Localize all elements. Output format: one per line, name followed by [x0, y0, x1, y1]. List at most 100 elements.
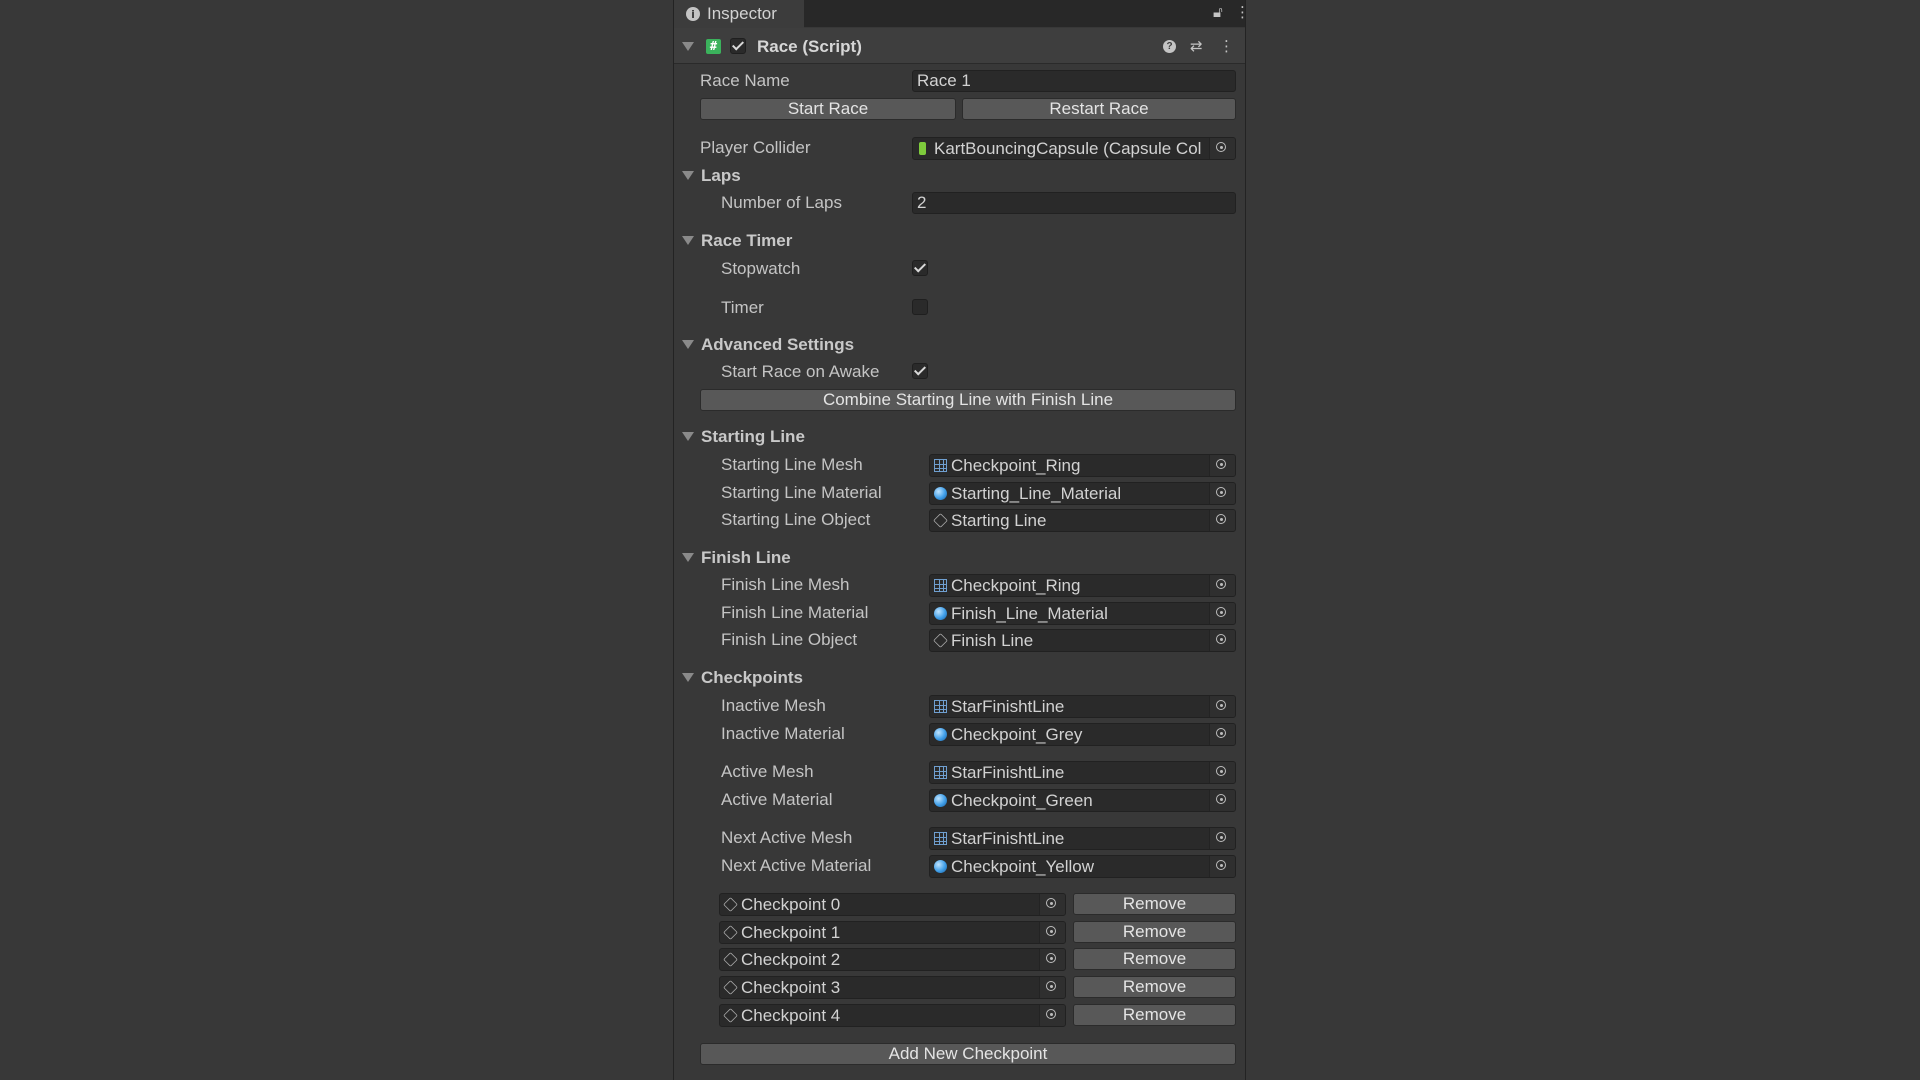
checkpoint-4-field[interactable]: Checkpoint 4	[719, 1004, 1066, 1027]
component-enabled-checkbox[interactable]	[730, 38, 746, 54]
checkpoint-1-value: Checkpoint 1	[741, 923, 841, 942]
inactive-material-field[interactable]: Checkpoint_Grey	[929, 723, 1236, 746]
starting-line-foldout-arrow-icon[interactable]	[682, 432, 694, 441]
object-picker-icon[interactable]	[1039, 977, 1065, 998]
starting-line-material-label: Starting Line Material	[721, 483, 882, 502]
stopwatch-checkbox[interactable]	[912, 260, 928, 276]
capsule-collider-icon	[919, 142, 926, 155]
race-timer-foldout-arrow-icon[interactable]	[682, 236, 694, 245]
object-picker-icon[interactable]	[1209, 696, 1235, 717]
add-new-checkpoint-button[interactable]: Add New Checkpoint	[700, 1043, 1236, 1065]
object-picker-icon[interactable]	[1209, 510, 1235, 531]
object-picker-icon[interactable]	[1209, 138, 1235, 159]
checkpoint-0-field[interactable]: Checkpoint 0	[719, 893, 1066, 916]
kebab-menu-icon[interactable]: ⋮	[1235, 3, 1250, 21]
mesh-icon	[934, 459, 947, 472]
object-picker-icon[interactable]	[1209, 828, 1235, 849]
advanced-foldout-arrow-icon[interactable]	[682, 340, 694, 349]
active-material-value: Checkpoint_Green	[951, 791, 1093, 810]
object-picker-icon[interactable]	[1209, 483, 1235, 504]
starting-line-object-value: Starting Line	[951, 511, 1047, 530]
checkpoint-4-value: Checkpoint 4	[741, 1006, 841, 1025]
player-collider-value: KartBouncingCapsule (Capsule Col	[934, 139, 1202, 158]
active-mesh-field[interactable]: StarFinishtLine	[929, 761, 1236, 784]
object-picker-icon[interactable]	[1209, 630, 1235, 651]
info-icon: i	[686, 7, 700, 21]
starting-line-mesh-value: Checkpoint_Ring	[951, 456, 1081, 475]
next-active-mesh-label: Next Active Mesh	[721, 828, 853, 847]
foldout-arrow-icon[interactable]	[682, 42, 694, 51]
material-icon	[934, 728, 947, 741]
material-icon	[934, 860, 947, 873]
advanced-settings-section-header[interactable]: Advanced Settings	[701, 335, 854, 355]
checkpoints-section-header[interactable]: Checkpoints	[701, 668, 803, 688]
help-icon[interactable]: ?	[1163, 40, 1176, 53]
gameobject-icon	[723, 952, 738, 967]
checkpoint-0-value: Checkpoint 0	[741, 895, 841, 914]
remove-checkpoint-0-button[interactable]: Remove	[1073, 893, 1236, 915]
next-active-mesh-field[interactable]: StarFinishtLine	[929, 827, 1236, 850]
object-picker-icon[interactable]	[1209, 724, 1235, 745]
preset-icon[interactable]: ⇄	[1190, 37, 1203, 55]
next-active-mesh-value: StarFinishtLine	[951, 829, 1065, 848]
restart-race-button[interactable]: Restart Race	[962, 98, 1236, 120]
starting-line-mesh-field[interactable]: Checkpoint_Ring	[929, 454, 1236, 477]
object-picker-icon[interactable]	[1209, 790, 1235, 811]
laps-foldout-arrow-icon[interactable]	[682, 171, 694, 180]
number-of-laps-label: Number of Laps	[721, 193, 842, 212]
object-picker-icon[interactable]	[1209, 856, 1235, 877]
number-of-laps-field[interactable]: 2	[912, 192, 1236, 214]
finish-line-material-field[interactable]: Finish_Line_Material	[929, 602, 1236, 625]
race-timer-section-header[interactable]: Race Timer	[701, 231, 792, 251]
inactive-mesh-field[interactable]: StarFinishtLine	[929, 695, 1236, 718]
tab-inspector[interactable]: i Inspector	[674, 0, 804, 28]
object-picker-icon[interactable]	[1209, 455, 1235, 476]
start-race-button[interactable]: Start Race	[700, 98, 956, 120]
checkpoint-1-field[interactable]: Checkpoint 1	[719, 921, 1066, 944]
finish-line-object-field[interactable]: Finish Line	[929, 629, 1236, 652]
inactive-material-value: Checkpoint_Grey	[951, 725, 1083, 744]
finish-line-mesh-field[interactable]: Checkpoint_Ring	[929, 574, 1236, 597]
kebab-menu-icon[interactable]: ⋮	[1219, 37, 1234, 55]
checkpoint-3-field[interactable]: Checkpoint 3	[719, 976, 1066, 999]
next-active-material-field[interactable]: Checkpoint_Yellow	[929, 855, 1236, 878]
object-picker-icon[interactable]	[1209, 575, 1235, 596]
starting-line-object-field[interactable]: Starting Line	[929, 509, 1236, 532]
lock-icon[interactable]: 🔓︎	[1213, 3, 1223, 21]
remove-checkpoint-3-button[interactable]: Remove	[1073, 976, 1236, 998]
combine-lines-button[interactable]: Combine Starting Line with Finish Line	[700, 389, 1236, 411]
finish-line-section-header[interactable]: Finish Line	[701, 548, 791, 568]
finish-line-foldout-arrow-icon[interactable]	[682, 553, 694, 562]
active-mesh-label: Active Mesh	[721, 762, 814, 781]
active-material-label: Active Material	[721, 790, 833, 809]
timer-checkbox[interactable]	[912, 299, 928, 315]
remove-checkpoint-4-button[interactable]: Remove	[1073, 1004, 1236, 1026]
remove-checkpoint-1-button[interactable]: Remove	[1073, 921, 1236, 943]
object-picker-icon[interactable]	[1039, 922, 1065, 943]
inactive-material-label: Inactive Material	[721, 724, 845, 743]
checkpoint-2-field[interactable]: Checkpoint 2	[719, 948, 1066, 971]
start-race-on-awake-checkbox[interactable]	[912, 363, 928, 379]
object-picker-icon[interactable]	[1209, 762, 1235, 783]
player-collider-field[interactable]: KartBouncingCapsule (Capsule Col	[912, 137, 1236, 160]
starting-line-material-field[interactable]: Starting_Line_Material	[929, 482, 1236, 505]
active-mesh-value: StarFinishtLine	[951, 763, 1065, 782]
finish-line-object-label: Finish Line Object	[721, 630, 858, 649]
active-material-field[interactable]: Checkpoint_Green	[929, 789, 1236, 812]
finish-line-material-value: Finish_Line_Material	[951, 604, 1108, 623]
remove-checkpoint-2-button[interactable]: Remove	[1073, 948, 1236, 970]
object-picker-icon[interactable]	[1039, 949, 1065, 970]
inactive-mesh-label: Inactive Mesh	[721, 696, 826, 715]
material-icon	[934, 794, 947, 807]
object-picker-icon[interactable]	[1039, 1005, 1065, 1026]
object-picker-icon[interactable]	[1209, 603, 1235, 624]
stopwatch-label: Stopwatch	[721, 259, 801, 278]
component-title: Race (Script)	[757, 37, 862, 56]
laps-section-header[interactable]: Laps	[701, 166, 741, 186]
starting-line-section-header[interactable]: Starting Line	[701, 427, 805, 447]
checkpoints-foldout-arrow-icon[interactable]	[682, 673, 694, 682]
race-name-field[interactable]: Race 1	[912, 70, 1236, 92]
finish-line-mesh-label: Finish Line Mesh	[721, 575, 850, 594]
gameobject-icon	[933, 633, 948, 648]
object-picker-icon[interactable]	[1039, 894, 1065, 915]
